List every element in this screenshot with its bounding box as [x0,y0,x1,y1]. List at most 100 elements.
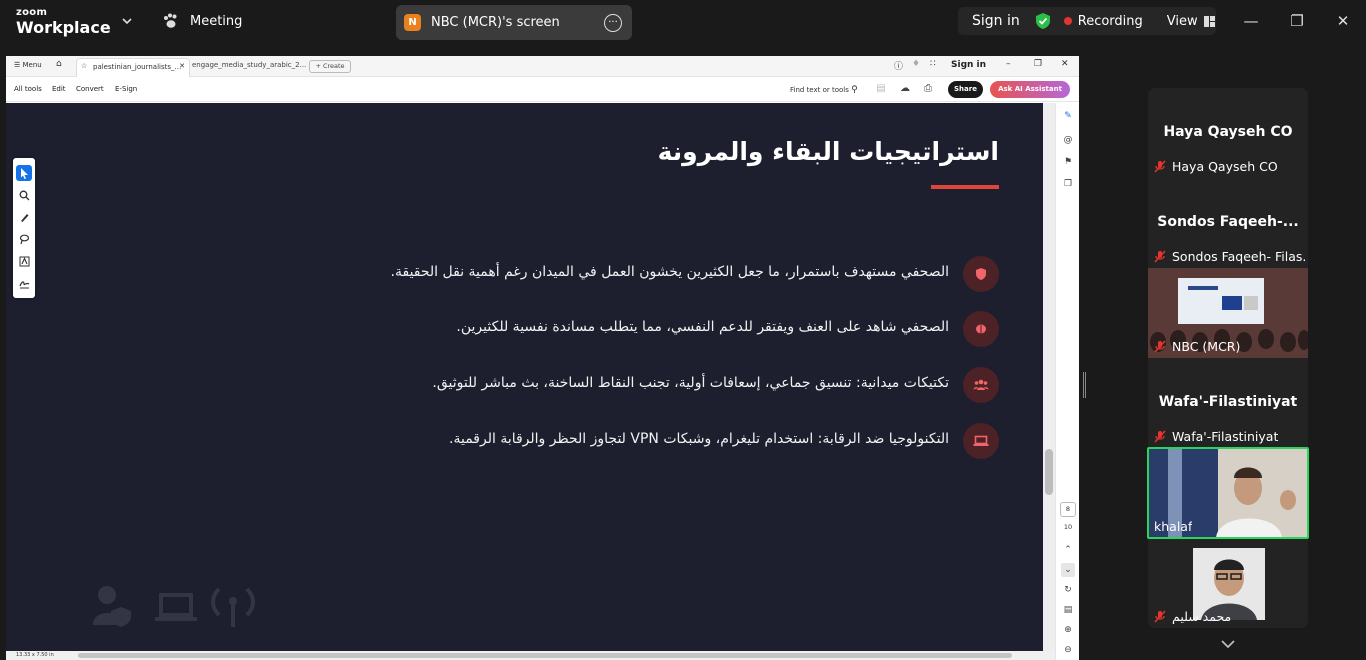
share-button[interactable]: Share [948,81,983,98]
page-size-label: 13.33 x 7.50 in [16,652,54,658]
lasso-tool-icon[interactable] [16,231,32,247]
bell-icon[interactable]: ♦ [912,59,920,69]
page-down-icon[interactable]: ⌄ [1061,563,1075,577]
search-icon: ⚲ [851,85,858,95]
title-underline [931,185,999,189]
participant-footer: NBC (MCR) [1154,339,1240,354]
horizontal-scroll-thumb[interactable] [78,653,1012,658]
viewer-minimize-icon[interactable]: – [1006,59,1011,69]
participant-tile[interactable]: NBC (MCR) [1148,268,1308,358]
participant-tile[interactable]: محمد سليم [1148,538,1308,628]
participant-footer: Sondos Faqeeh- Filas... [1154,249,1306,264]
zoom-logo: zoom Workplace [16,8,111,36]
shared-pdf-viewer: ☰ Menu ⌂ ☆ palestinian_journalists_... ✕… [6,56,1079,660]
help-icon[interactable]: ⓘ [894,59,903,72]
page-up-icon[interactable]: ⌃ [1061,543,1075,557]
laptop-icon [963,423,999,459]
viewer-restore-icon[interactable]: ❐ [1034,59,1042,69]
zoom-top-bar: zoom Workplace Meeting N NBC (MCR)'s scr… [0,0,1366,44]
paw-icon [164,13,177,28]
scroll-participants-down-icon[interactable] [1219,637,1237,651]
print-icon[interactable]: ⎙ [921,82,935,96]
menu-label: Menu [22,61,42,69]
tool-esign[interactable]: E-Sign [115,85,137,93]
security-shield-icon[interactable] [1034,12,1052,30]
restore-icon[interactable]: ❐ [1286,10,1308,32]
sign-tool-icon[interactable] [16,275,32,291]
recording-label: Recording [1077,13,1143,29]
brand-bottom: Workplace [16,18,111,37]
tool-all-tools[interactable]: All tools [14,85,42,93]
rotate-icon[interactable]: ↻ [1061,583,1075,597]
sign-in-button[interactable]: Sign in [958,13,1030,29]
zoom-in-icon[interactable]: ⊕ [1061,623,1075,637]
participant-footer: Wafa'-Filastiniyat [1154,429,1278,444]
watermark-icons [93,586,255,627]
view-button[interactable]: View [1167,14,1215,29]
select-cursor-icon[interactable] [16,165,32,181]
screen-share-pill[interactable]: N NBC (MCR)'s screen ··· [396,5,632,40]
at-mention-icon[interactable]: @ [1061,133,1075,147]
bullet-text: الصحفي مستهدف باستمرار، ما جعل الكثيرين … [390,264,949,280]
tab-palestinian-journalists[interactable]: ☆ palestinian_journalists_... ✕ [76,58,190,77]
muted-mic-icon [1154,340,1166,353]
meeting-label: Meeting [190,13,243,29]
brand-top: zoom [16,7,48,18]
participant-tile[interactable]: Haya Qayseh CO Haya Qayseh CO [1148,88,1308,178]
viewer-sign-in[interactable]: Sign in [951,60,986,70]
tab-title: palestinian_journalists_... [93,63,182,71]
zoom-tool-icon[interactable] [16,187,32,203]
grid-view-icon [1203,15,1215,27]
vertical-scroll-thumb[interactable] [1045,449,1053,495]
pen-tool-icon[interactable] [16,209,32,225]
vertical-scrollbar[interactable] [1043,103,1055,651]
zoom-status-group: Sign in Recording View [958,7,1216,35]
ask-ai-assistant-button[interactable]: Ask AI Assistant [990,81,1070,98]
meeting-button[interactable]: Meeting [162,12,242,30]
participants-panel: Haya Qayseh CO Haya Qayseh CO Sondos Faq… [1148,88,1308,628]
text-tool-icon[interactable] [16,253,32,269]
minimize-icon[interactable]: — [1240,10,1262,32]
participant-tile[interactable]: Wafa'-Filastiniyat Wafa'-Filastiniyat [1148,358,1308,448]
page-edit-icon[interactable]: ▤ [1061,603,1075,617]
list-item: تكتيكات ميدانية: تنسيق جماعي، إسعافات أو… [239,367,999,403]
muted-mic-icon [1154,610,1166,623]
participant-title: Haya Qayseh CO [1163,124,1293,140]
page-total: 10 [1063,523,1073,531]
page-number-input[interactable]: 8 [1060,502,1076,517]
muted-mic-icon [1154,160,1166,173]
tool-edit[interactable]: Edit [52,85,66,93]
apps-grid-icon[interactable]: ∷ [930,59,936,69]
comment-add-icon[interactable]: ✎ [1061,109,1075,123]
participant-name: Wafa'-Filastiniyat [1172,429,1279,444]
participant-name: محمد سليم [1172,609,1232,624]
browser-tab-strip: ☰ Menu ⌂ ☆ palestinian_journalists_... ✕… [6,56,1079,77]
participant-name: NBC (MCR) [1172,339,1241,354]
bookmark-icon[interactable]: ⚑ [1061,155,1075,169]
close-tab-icon[interactable]: ✕ [179,62,185,70]
share-title: NBC (MCR)'s screen [431,15,560,30]
bullet-text: التكنولوجيا ضد الرقابة: استخدام تليغرام،… [449,431,949,447]
recording-indicator[interactable]: Recording [1063,13,1143,29]
panel-resize-handle[interactable] [1083,372,1086,398]
chevron-down-icon[interactable] [120,14,134,28]
participant-title: Wafa'-Filastiniyat [1158,394,1298,410]
tab-engage-media-study[interactable]: engage_media_study_arabic_2... [192,61,306,69]
menu-button[interactable]: ☰ Menu [14,61,42,69]
brain-icon [963,311,999,347]
more-options-icon[interactable]: ··· [604,13,622,32]
home-icon[interactable]: ⌂ [56,59,62,69]
view-label: View [1166,13,1198,29]
upload-cloud-icon[interactable]: ☁ [898,82,912,96]
participant-name: Sondos Faqeeh- Filas... [1172,249,1306,264]
find-text-tools[interactable]: Find text or tools ⚲ [790,85,858,95]
tool-convert[interactable]: Convert [76,85,104,93]
create-button[interactable]: + Create [309,60,351,73]
save-icon[interactable]: ▤ [874,82,888,96]
pages-icon[interactable]: ❐ [1061,177,1075,191]
zoom-out-icon[interactable]: ⊖ [1061,643,1075,657]
horizontal-scrollbar[interactable]: 13.33 x 7.50 in [6,651,1055,660]
viewer-close-icon[interactable]: ✕ [1061,59,1069,69]
participant-tile[interactable]: Sondos Faqeeh-... Sondos Faqeeh- Filas..… [1148,178,1308,268]
close-icon[interactable]: ✕ [1332,10,1354,32]
